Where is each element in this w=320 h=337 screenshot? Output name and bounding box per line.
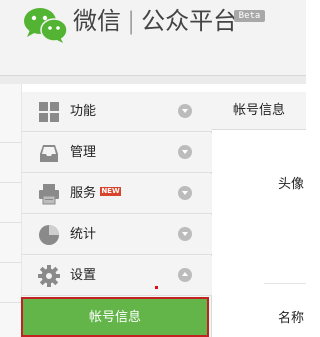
sidebar-subitem-account-info[interactable]: 帐号信息: [21, 297, 209, 337]
tab-account-info[interactable]: 帐号信息: [212, 92, 306, 130]
grid-icon: [39, 102, 59, 122]
annotation-dot: [155, 286, 158, 289]
avatar-label: 头像: [278, 177, 305, 192]
new-badge: NEW: [100, 187, 121, 196]
sidebar-item-label: 服务: [70, 186, 97, 201]
brand-separator: |: [127, 7, 136, 35]
sidebar-item-settings[interactable]: 设置: [22, 256, 212, 296]
sidebar-item-label: 统计: [70, 227, 97, 242]
printer-icon: [39, 184, 59, 205]
sidebar-item-features[interactable]: 功能: [22, 92, 212, 132]
top-header: 微信 | 公众平台 Beta: [0, 0, 306, 76]
sidebar-item-label: 管理: [70, 145, 97, 160]
expand-toggle-icon[interactable]: [178, 227, 192, 241]
sidebar-item-manage[interactable]: 管理: [22, 133, 212, 173]
name-label: 名称: [278, 311, 305, 326]
header-divider: [0, 76, 306, 84]
expand-toggle-icon[interactable]: [178, 104, 192, 118]
beta-badge: Beta: [234, 10, 265, 22]
inbox-tray-icon: [40, 145, 58, 162]
wechat-logo-icon[interactable]: [22, 6, 68, 44]
sidebar-item-statistics[interactable]: 统计: [22, 215, 212, 255]
sidebar-subitem-label: 帐号信息: [88, 310, 141, 325]
sidebar-item-services[interactable]: 服务 NEW: [22, 174, 212, 214]
platform-name: 公众平台: [141, 7, 238, 35]
expand-toggle-icon[interactable]: [178, 186, 192, 200]
platform-title: 微信 | 公众平台: [73, 7, 237, 35]
brand-name: 微信: [73, 7, 121, 35]
collapse-toggle-icon[interactable]: [178, 268, 192, 282]
content-divider: [264, 283, 306, 284]
sidebar-item-label: 设置: [70, 268, 97, 283]
tab-label: 帐号信息: [233, 103, 286, 118]
pie-chart-icon: [39, 225, 59, 245]
gear-icon: [38, 265, 60, 287]
sidebar-item-label: 功能: [70, 104, 97, 119]
expand-toggle-icon[interactable]: [178, 145, 192, 159]
left-gutter: [0, 84, 22, 337]
